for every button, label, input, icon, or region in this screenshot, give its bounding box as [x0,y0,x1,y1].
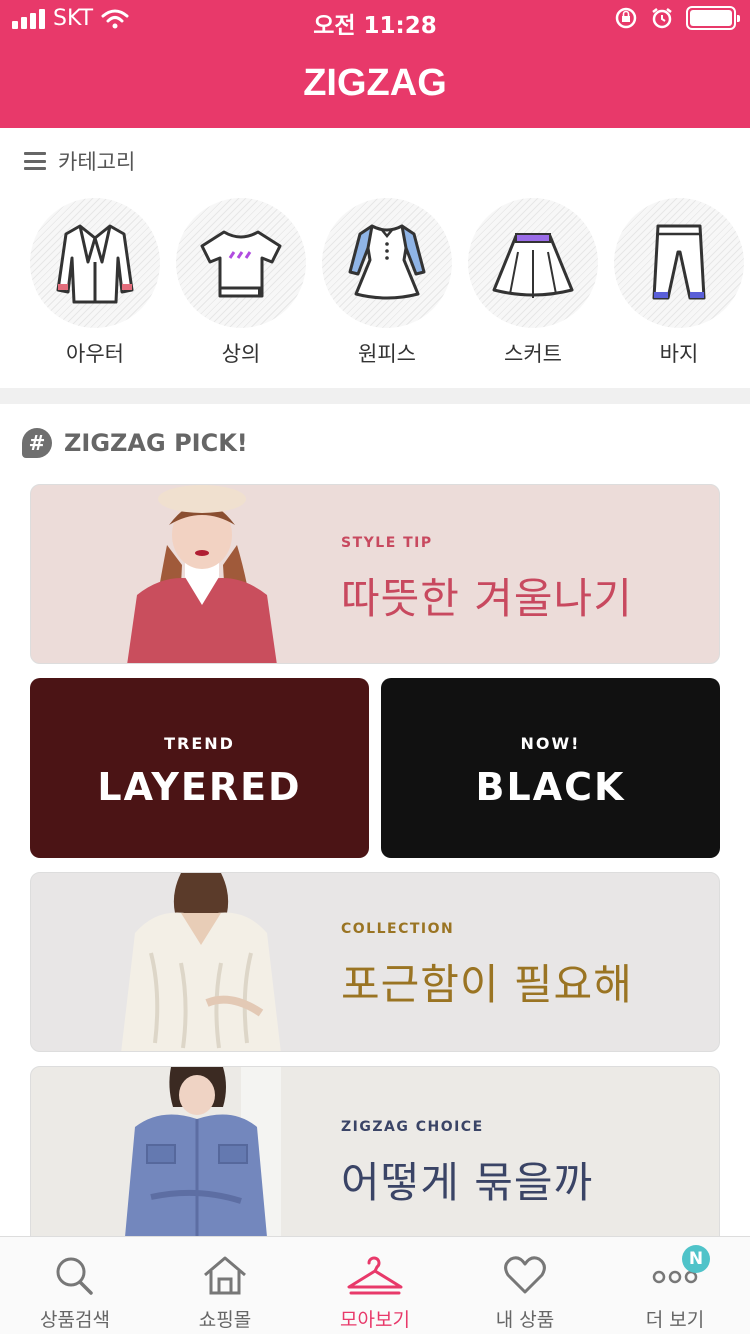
tab-label: 내 상품 [495,1309,555,1331]
battery-icon [686,6,740,30]
dress-icon [348,224,426,300]
tab-label: 쇼핑몰 [198,1309,252,1331]
model-photo [125,1067,281,1237]
banner-title: 포근함이 필요해 [341,960,633,1009]
banner-kicker: NOW! [520,734,581,753]
banner-collection[interactable]: COLLECTION 포근함이 필요해 [30,872,720,1052]
banner-now-black[interactable]: NOW! BLACK [381,678,720,858]
brand-logo[interactable]: ZIGZAG [0,62,750,105]
banner-kicker: TREND [164,734,235,753]
tab-shops[interactable]: 쇼핑몰 [150,1237,300,1334]
model-photo [121,873,281,1051]
category-item-dress[interactable]: 원피스 [322,198,452,368]
new-badge: N [682,1245,710,1273]
category-title: 카테고리 [58,150,136,174]
banner-trend-layered[interactable]: TREND LAYERED [30,678,369,858]
category-circle [614,198,744,328]
hash-icon: # [22,428,52,458]
pants-icon [652,224,706,300]
category-circle [30,198,160,328]
search-icon [56,1257,93,1295]
category-circle [468,198,598,328]
tab-label: 더 보기 [645,1309,705,1331]
tab-search[interactable]: 상품검색 [0,1237,150,1334]
category-circle [322,198,452,328]
hanger-icon [347,1256,403,1295]
category-item-skirt[interactable]: 스커트 [468,198,598,368]
banner-text: ZIGZAG CHOICE 어떻게 묶을까 [341,1119,593,1210]
status-bar: SKT 오전 11:28 [0,0,750,40]
menu-icon [24,152,46,170]
banner-kicker: COLLECTION [341,921,455,937]
rotation-lock-icon [615,7,637,29]
banner-text: STYLE TIP 따뜻한 겨울나기 [341,535,633,626]
banner-kicker: ZIGZAG CHOICE [341,1119,484,1135]
banner-title: BLACK [475,765,626,809]
banner-kicker: STYLE TIP [341,535,433,551]
app-header: SKT 오전 11:28 ZIGZAG [0,0,750,128]
tab-label: 상품검색 [40,1309,110,1331]
category-label: 상의 [221,342,261,366]
alarm-icon [652,8,672,29]
status-right [614,6,740,30]
category-label: 바지 [659,342,699,366]
tshirt-icon [200,230,282,298]
home-icon [204,1256,246,1295]
category-label: 아우터 [66,342,124,366]
bottom-tab-bar: 상품검색 쇼핑몰 모아보기 내 상품 더 보기 N [0,1236,750,1334]
banner-style-tip[interactable]: STYLE TIP 따뜻한 겨울나기 [30,484,720,664]
pick-title: ZIGZAG PICK! [64,429,248,457]
tab-my-items[interactable]: 내 상품 [450,1237,600,1334]
category-item-outer[interactable]: 아우터 [30,198,160,368]
heart-icon [504,1256,546,1294]
category-label: 원피스 [358,342,416,366]
tab-collection[interactable]: 모아보기 [300,1237,450,1334]
banner-title: LAYERED [97,765,302,809]
category-item-pants[interactable]: 바지 [614,198,744,368]
model-photo [127,485,277,663]
tab-label: 모아보기 [340,1309,410,1331]
category-circle [176,198,306,328]
category-item-top[interactable]: 상의 [176,198,306,368]
category-header[interactable]: 카테고리 [24,146,135,176]
pick-header: # ZIGZAG PICK! [22,428,248,458]
category-list: 아우터 상의 원피스 스커트 바지 [30,198,750,368]
jacket-icon [56,224,134,304]
banner-text: COLLECTION 포근함이 필요해 [341,921,633,1012]
banner-title: 따뜻한 겨울나기 [341,574,633,623]
banner-title: 어떻게 묶을까 [341,1158,594,1207]
skirt-icon [492,233,574,298]
tab-more[interactable]: 더 보기 N [600,1237,750,1334]
category-label: 스커트 [504,342,562,366]
section-divider [0,388,750,404]
